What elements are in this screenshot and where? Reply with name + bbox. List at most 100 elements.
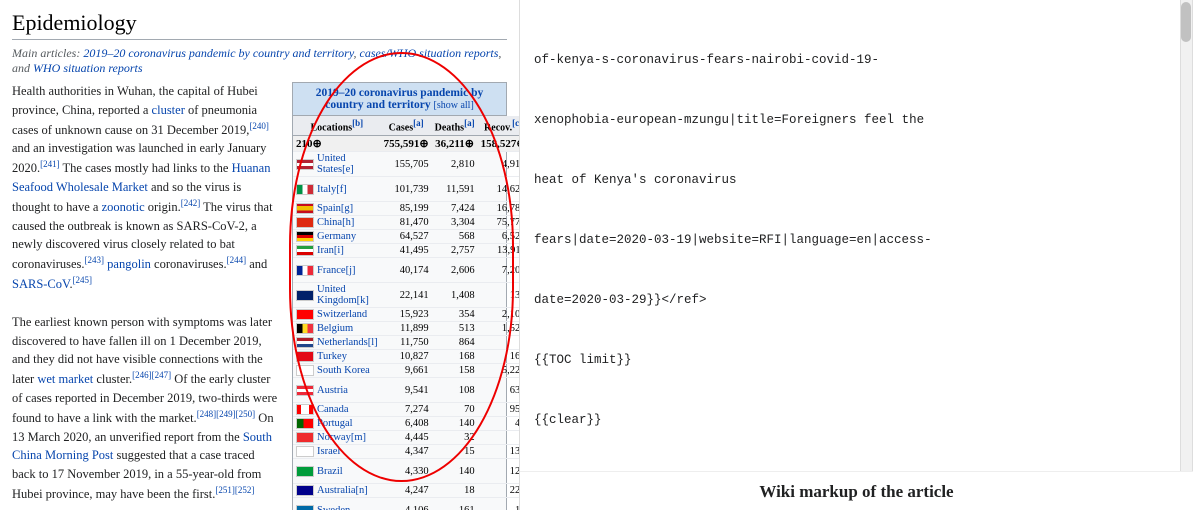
country-link[interactable]: China[h] bbox=[317, 217, 354, 228]
recoveries-cell: 135 bbox=[478, 283, 520, 308]
country-link[interactable]: Sweden bbox=[317, 505, 350, 510]
recoveries-cell: 4,913 bbox=[478, 152, 520, 177]
country-link[interactable]: Australia[n] bbox=[317, 485, 368, 496]
recoveries-cell: 7,202 bbox=[478, 258, 520, 283]
country-cell: Portugal bbox=[293, 417, 381, 431]
country-cell: Brazil bbox=[293, 459, 381, 484]
scmp-link[interactable]: South China Morning Post bbox=[12, 430, 272, 463]
country-link[interactable]: Israel bbox=[317, 446, 340, 457]
deaths-cell: 140 bbox=[432, 459, 478, 484]
deaths-cell: 513 bbox=[432, 322, 478, 336]
country-link[interactable]: Brazil bbox=[317, 466, 343, 477]
table-row: Israel 4,347 15 132 [70] bbox=[293, 445, 520, 459]
recoveries-cell: 162 bbox=[478, 350, 520, 364]
pangolin-link[interactable]: pangolin bbox=[107, 257, 151, 271]
country-cell: United States[e] bbox=[293, 152, 381, 177]
country-flag bbox=[296, 290, 314, 301]
country-link[interactable]: United States[e] bbox=[317, 153, 378, 175]
scrollbar-track[interactable] bbox=[1180, 0, 1192, 471]
country-link[interactable]: Iran[i] bbox=[317, 245, 344, 256]
country-flag bbox=[296, 418, 314, 429]
code-line: of-kenya-s-coronavirus-fears-nairobi-cov… bbox=[534, 50, 1178, 70]
recoveries-cell: 956 bbox=[478, 403, 520, 417]
wiki-markup-label: Wiki markup of the article bbox=[520, 471, 1193, 510]
recoveries-cell: 2,105 bbox=[478, 308, 520, 322]
deaths-cell: 2,757 bbox=[432, 244, 478, 258]
country-cell: Australia[n] bbox=[293, 484, 381, 498]
country-flag bbox=[296, 446, 314, 457]
wet-market-link[interactable]: wet market bbox=[37, 372, 93, 386]
deaths-cell: 354 bbox=[432, 308, 478, 322]
recoveries-cell bbox=[478, 336, 520, 350]
right-panel: of-kenya-s-coronavirus-fears-nairobi-cov… bbox=[520, 0, 1193, 510]
cases-cell: 10,827 bbox=[381, 350, 432, 364]
country-flag bbox=[296, 466, 314, 477]
country-link[interactable]: Turkey bbox=[317, 351, 347, 362]
country-link[interactable]: United Kingdom[k] bbox=[317, 284, 378, 306]
deaths-cell: 32 bbox=[432, 431, 478, 445]
country-link[interactable]: South Korea bbox=[317, 365, 370, 376]
cases-cell: 22,141 bbox=[381, 283, 432, 308]
country-cell: Iran[i] bbox=[293, 244, 381, 258]
zoonotic-link[interactable]: zoonotic bbox=[102, 200, 145, 214]
sars-link[interactable]: SARS-CoV bbox=[12, 277, 69, 291]
country-link[interactable]: France[j] bbox=[317, 265, 355, 276]
main-article-link-1[interactable]: 2019–20 coronavirus pandemic by country … bbox=[83, 46, 353, 60]
country-cell: South Korea bbox=[293, 364, 381, 378]
table-header-row: Locations[b] Cases[a] Deaths[a] Recov.[c… bbox=[293, 116, 520, 136]
table-row: China[h] 81,470 3,304 75,770 [52] bbox=[293, 216, 520, 230]
deaths-cell: 161 bbox=[432, 498, 478, 510]
deaths-cell: 3,304 bbox=[432, 216, 478, 230]
main-article-link-2[interactable]: cases/WHO situation reports bbox=[360, 46, 499, 60]
table-row: United States[e] 155,705 2,810 4,913 [44… bbox=[293, 152, 520, 177]
scrollbar-thumb[interactable] bbox=[1181, 2, 1191, 42]
main-articles-prefix: Main articles: bbox=[12, 46, 83, 60]
table-row: Spain[g] 85,199 7,424 16,780 [51] bbox=[293, 202, 520, 216]
code-line: {{clear}} bbox=[534, 410, 1178, 430]
cases-cell: 4,347 bbox=[381, 445, 432, 459]
table-row: France[j] 40,174 2,606 7,202 [56][41] bbox=[293, 258, 520, 283]
left-panel: Epidemiology Main articles: 2019–20 coro… bbox=[0, 0, 520, 510]
recoveries-cell: 43 bbox=[478, 417, 520, 431]
country-cell: Germany bbox=[293, 230, 381, 244]
country-link[interactable]: Switzerland bbox=[317, 309, 367, 320]
country-link[interactable]: Belgium bbox=[317, 323, 353, 334]
recoveries-cell: 6,522 bbox=[478, 230, 520, 244]
cases-cell: 155,705 bbox=[381, 152, 432, 177]
recoveries-cell: 226 bbox=[478, 484, 520, 498]
country-link[interactable]: Canada bbox=[317, 404, 349, 415]
deaths-cell: 70 bbox=[432, 403, 478, 417]
recoveries-cell: 18 bbox=[478, 498, 520, 510]
country-flag bbox=[296, 217, 314, 228]
recoveries-cell: 636 bbox=[478, 378, 520, 403]
country-flag bbox=[296, 323, 314, 334]
country-link[interactable]: Portugal bbox=[317, 418, 353, 429]
country-link[interactable]: Norway[m] bbox=[317, 432, 366, 443]
country-link[interactable]: Italy[f] bbox=[317, 184, 347, 195]
main-article-link-3[interactable]: WHO situation reports bbox=[33, 61, 143, 75]
cases-cell: 11,750 bbox=[381, 336, 432, 350]
deaths-cell: 18 bbox=[432, 484, 478, 498]
country-cell: Canada bbox=[293, 403, 381, 417]
table-total-row: 210⊕ 755,591⊕ 36,211⊕ 158,527⊕ [41] bbox=[293, 136, 520, 152]
country-cell: Italy[f] bbox=[293, 177, 381, 202]
cases-cell: 4,445 bbox=[381, 431, 432, 445]
country-flag bbox=[296, 385, 314, 396]
deaths-cell: 168 bbox=[432, 350, 478, 364]
country-link[interactable]: Austria bbox=[317, 385, 348, 396]
country-link[interactable]: Netherlands[l] bbox=[317, 337, 378, 348]
col-header-recoveries: Recov.[c] bbox=[478, 116, 520, 136]
code-line-blank bbox=[534, 470, 1178, 471]
country-flag bbox=[296, 505, 314, 510]
cases-cell: 6,408 bbox=[381, 417, 432, 431]
table-row: Switzerland 15,923 354 2,105 [58] bbox=[293, 308, 520, 322]
cases-cell: 7,274 bbox=[381, 403, 432, 417]
cluster-link[interactable]: cluster bbox=[152, 103, 185, 117]
infobox-show-all[interactable]: [show all] bbox=[434, 100, 474, 111]
table-row: Brazil 4,330 140 120 [44][41] bbox=[293, 459, 520, 484]
country-link[interactable]: Spain[g] bbox=[317, 203, 353, 214]
country-flag bbox=[296, 309, 314, 320]
country-flag bbox=[296, 159, 314, 170]
country-link[interactable]: Germany bbox=[317, 231, 356, 242]
deaths-cell: 2,810 bbox=[432, 152, 478, 177]
